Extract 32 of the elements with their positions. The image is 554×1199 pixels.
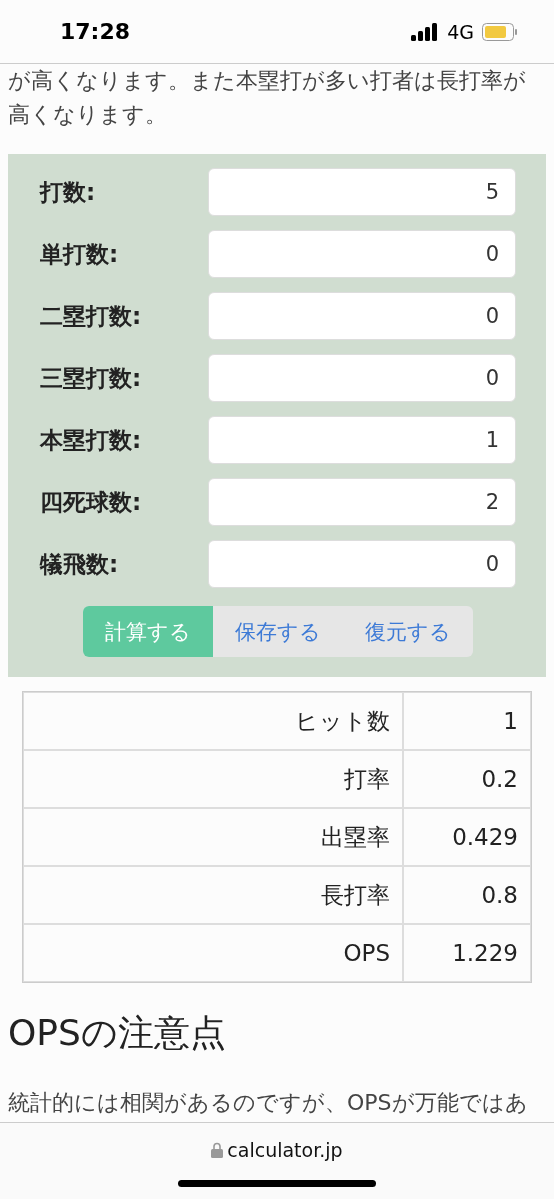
network-label: 4G: [447, 20, 474, 43]
battery-icon: [482, 22, 518, 41]
table-cell: 1.229: [403, 924, 531, 982]
table-cell: OPS: [23, 924, 403, 982]
table-cell: 1: [403, 692, 531, 750]
number-input[interactable]: 2: [208, 478, 516, 526]
number-input[interactable]: 5: [208, 168, 516, 216]
field-label: 四死球数:: [40, 487, 142, 517]
table-cell: 長打率: [23, 866, 403, 924]
table-cell: 0.2: [403, 750, 531, 808]
field-label: 犠飛数:: [40, 549, 119, 579]
number-input[interactable]: 0: [208, 230, 516, 278]
field-label: 二塁打数:: [40, 301, 142, 331]
field-label: 打数:: [40, 177, 96, 207]
lock-icon: [211, 1142, 224, 1158]
intro-paragraph: が高くなります。また本塁打が多い打者は長打率が高くなります。: [7, 67, 527, 129]
section-heading: OPSの注意点: [8, 1011, 227, 1055]
table-cell: 0.8: [403, 866, 531, 924]
number-input[interactable]: 0: [208, 292, 516, 340]
field-label: 本塁打数:: [40, 425, 142, 455]
number-input[interactable]: 0: [208, 540, 516, 588]
table-cell: 出塁率: [23, 808, 403, 866]
field-label: 三塁打数:: [40, 363, 142, 393]
table-cell: 打率: [23, 750, 403, 808]
table-cell: ヒット数: [23, 692, 403, 750]
signal-icon: [411, 22, 440, 41]
field-label: 単打数:: [40, 239, 119, 269]
status-time: 17:28: [60, 19, 131, 44]
section-paragraph: 統計的には相関があるのですが、OPSが万能ではあ: [8, 1089, 529, 1117]
number-input[interactable]: 0: [208, 354, 516, 402]
table-cell: 0.429: [403, 808, 531, 866]
number-input[interactable]: 1: [208, 416, 516, 464]
